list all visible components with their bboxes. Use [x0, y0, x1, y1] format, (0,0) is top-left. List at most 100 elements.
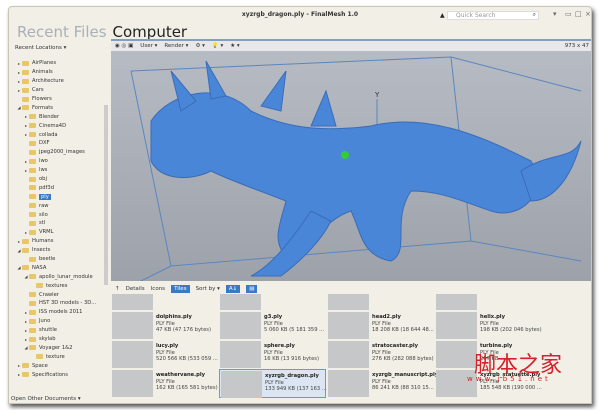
icons-view-button[interactable]: Icons [151, 286, 165, 292]
tree-item[interactable]: ▸ AirPlanes [9, 59, 103, 68]
tree-item[interactable]: Crawler [9, 290, 103, 299]
tree-item-label: ISS models 2011 [39, 309, 83, 316]
preview-toggle-icon[interactable]: ▤ [246, 284, 258, 293]
file-tile[interactable]: 270 KB (275 806 bytes) [111, 294, 218, 311]
file-tile[interactable]: weathervane.ply PLY File 162 KB (165 581 b… [111, 369, 218, 398]
recent-locations-dropdown[interactable]: Recent Locations ▾ [9, 45, 111, 54]
tiles-view-button[interactable]: Tiles [171, 284, 190, 293]
tree-item[interactable]: ◢ Voyager 1&2 [9, 344, 103, 353]
file-size: 276 KB (282 088 bytes) [372, 356, 434, 362]
tree-item[interactable]: raw [9, 201, 103, 210]
camera-dropdown[interactable]: User ▾ [140, 43, 157, 49]
axis-y-label: Y [374, 91, 380, 99]
tree-item[interactable]: Flowers [9, 95, 103, 104]
tree-item[interactable]: ▸ Specifications [9, 370, 103, 379]
settings-dropdown[interactable]: ⚙ ▾ [195, 43, 204, 49]
sort-by-dropdown[interactable]: Sort by ▾ [196, 286, 220, 292]
folder-icon [29, 123, 36, 129]
file-tile[interactable]: dolphins.ply PLY File 47 KB (47 176 bytes) [111, 311, 218, 340]
file-tile[interactable]: head2.ply PLY File 18 208 KB (18 644 48... [327, 311, 434, 340]
folder-icon [22, 105, 29, 111]
file-tile[interactable]: xyzrgb_dragon.ply PLY File 133 949 KB (137… [219, 369, 327, 398]
close-button[interactable]: × [585, 10, 591, 18]
tree-item[interactable]: ▸ VRML [9, 228, 103, 237]
tree-item[interactable]: ▸ lwo [9, 157, 103, 166]
file-size: 5 060 KB (5 181 359 ... [264, 327, 325, 333]
tree-item[interactable]: ▸ Cars [9, 86, 103, 95]
open-other-documents-button[interactable]: Open Other Documents ▾ [11, 396, 81, 402]
tree-item[interactable]: jpeg2000_images [9, 148, 103, 157]
file-tile[interactable]: helix.ply PLY File 198 KB (202 046 bytes) [435, 311, 542, 340]
3d-viewport[interactable]: ◉ ◎ ▣ User ▾ Render ▾ ⚙ ▾ 💡 ▾ ★ ▾ 973 x … [111, 39, 591, 281]
tree-item[interactable]: ▸ skylab [9, 335, 103, 344]
tree-item[interactable]: ▸ Blender [9, 112, 103, 121]
tree-item[interactable]: beetle [9, 255, 103, 264]
tree-item[interactable]: obj [9, 175, 103, 184]
file-tile[interactable]: lucy.ply PLY File 520 566 KB (533 059 ... [111, 340, 218, 369]
quick-search-input[interactable]: ▲ Quick Search ⌕ [440, 11, 539, 20]
folder-icon [22, 69, 29, 75]
viewport-dimensions: 973 x 47 [564, 43, 589, 49]
tree-item-label: Humans [32, 238, 54, 245]
tree-item[interactable]: ▸ Cinema4D [9, 121, 103, 130]
maximize-button[interactable]: □ [575, 10, 582, 18]
folder-icon [29, 203, 36, 209]
tab-recent-files[interactable]: Recent Files [17, 23, 107, 41]
tree-item[interactable]: ◢ apollo_lunar_module [9, 272, 103, 281]
tree-item-label: Voyager 1&2 [39, 344, 73, 351]
file-tile[interactable]: xyzrgb_manuscript.ply PLY File 86 241 KB (… [327, 369, 438, 398]
tree-item-label: textures [46, 282, 68, 289]
file-tile[interactable]: 2 962 KB (3 033 195 ... [219, 294, 326, 311]
file-tile[interactable]: stratocaster.ply PLY File 276 KB (282 088 … [327, 340, 434, 369]
tree-item[interactable]: DXF [9, 139, 103, 148]
tree-item[interactable]: ▸ Architecture [9, 77, 103, 86]
file-tile[interactable]: g3.ply PLY File 5 060 KB (5 181 359 ... [219, 311, 326, 340]
file-size: 16 KB (13 916 bytes) [264, 356, 319, 362]
file-size: 520 566 KB (533 059 ... [156, 356, 218, 362]
render-dropdown[interactable]: Render ▾ [164, 43, 188, 49]
tree-item[interactable]: ◢ Formats [9, 103, 103, 112]
file-tile[interactable]: 74 KB (75 670 bytes) [435, 294, 542, 311]
search-icon[interactable]: ⌕ [533, 11, 536, 19]
tree-item[interactable]: ▸ Humans [9, 237, 103, 246]
file-thumbnail [328, 294, 369, 310]
favorites-dropdown[interactable]: ★ ▾ [230, 43, 239, 49]
file-tile[interactable]: sphere.ply PLY File 16 KB (13 916 bytes) [219, 340, 326, 369]
pivot-point[interactable] [341, 151, 349, 159]
tree-item[interactable]: ▸ ISS models 2011 [9, 308, 103, 317]
folder-icon [29, 300, 36, 306]
tree-item[interactable]: stl [9, 219, 103, 228]
details-view-button[interactable]: Details [126, 286, 145, 292]
light-dropdown[interactable]: 💡 ▾ [212, 43, 223, 49]
tree-item[interactable]: ▸ Space [9, 361, 103, 370]
file-thumbnail [220, 341, 261, 368]
help-icon[interactable]: ▾ [553, 10, 557, 18]
folder-icon [29, 292, 36, 298]
tree-item[interactable]: pdf3d [9, 183, 103, 192]
tree-item[interactable]: silo [9, 210, 103, 219]
folder-icon [29, 149, 36, 155]
tree-item[interactable]: texture [9, 352, 103, 361]
tree-item[interactable]: ▸ collada [9, 130, 103, 139]
up-folder-icon[interactable]: ↑ [115, 286, 120, 292]
folder-icon [29, 229, 36, 235]
folder-icon [29, 158, 36, 164]
tree-item[interactable]: textures [9, 281, 103, 290]
folder-icon [22, 87, 29, 93]
file-tile[interactable]: 62 KB (62 499 bytes) [327, 294, 434, 311]
tree-item-label: obj [39, 176, 47, 183]
tree-item[interactable]: ply [9, 192, 103, 201]
tree-item[interactable]: ◢ Insects [9, 246, 103, 255]
minimize-button[interactable]: ▭ [565, 10, 572, 18]
tree-scrollbar[interactable] [104, 105, 108, 285]
folder-icon [29, 274, 36, 280]
view-icon[interactable]: ◉ ◎ ▣ [115, 43, 133, 49]
tree-item[interactable]: ▸ shuttle [9, 326, 103, 335]
tree-item[interactable]: ◢ NASA [9, 263, 103, 272]
tree-item[interactable]: ▸ Animals [9, 68, 103, 77]
file-thumbnail [436, 294, 477, 310]
tree-item[interactable]: ▸ Juno [9, 317, 103, 326]
tree-item[interactable]: HST 3D models - 3D... [9, 299, 103, 308]
tree-item[interactable]: ▸ lws [9, 166, 103, 175]
sort-az-icon[interactable]: A↓ [225, 284, 241, 293]
